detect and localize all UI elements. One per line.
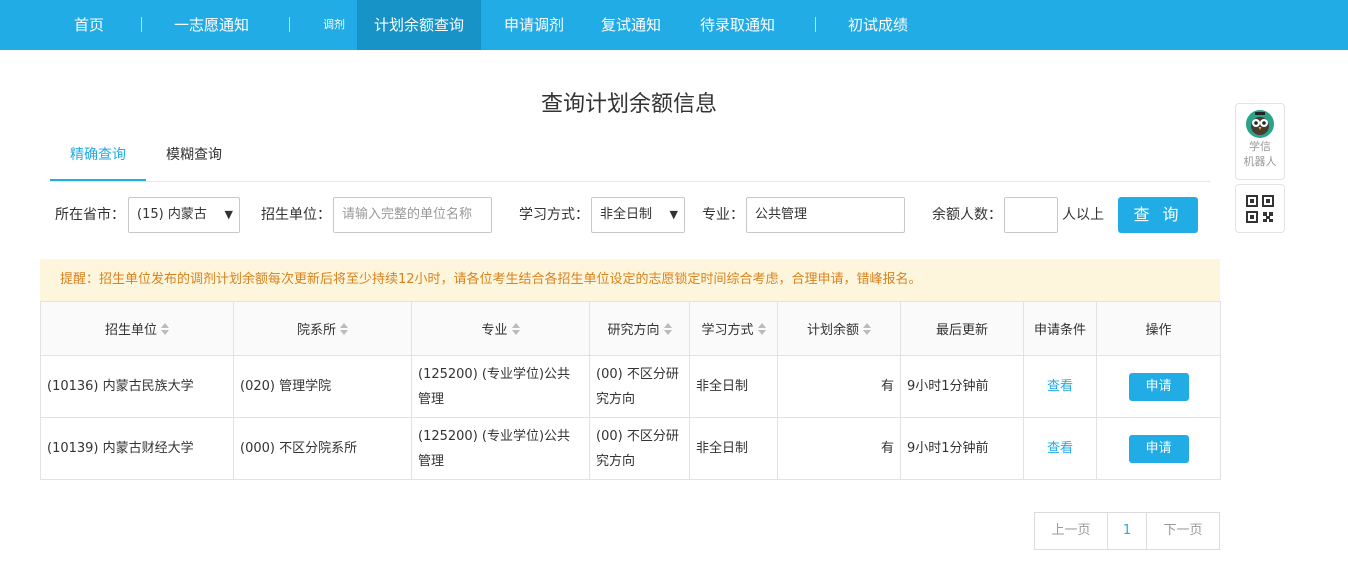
sort-icon <box>663 323 672 335</box>
last-updated-cell: 9小时1分钟前 <box>900 417 1024 480</box>
nav-divider <box>141 17 142 32</box>
nav-apply-adjustment[interactable]: 申请调剂 <box>504 0 564 50</box>
study-mode-label: 学习方式： <box>519 207 589 223</box>
remaining-count-suffix: 人以上 <box>1062 207 1104 223</box>
next-page-button[interactable]: 下一页 <box>1146 512 1220 550</box>
column-header-plan-balance[interactable]: 计划余额 <box>777 301 901 356</box>
column-header-research-direction[interactable]: 研究方向 <box>589 301 690 356</box>
column-header-study-mode[interactable]: 学习方式 <box>689 301 778 356</box>
table-row: (10139) 内蒙古财经大学 (000) 不区分院系所 (125200) (专… <box>40 417 1221 480</box>
nav-preliminary-scores[interactable]: 初试成绩 <box>848 0 908 50</box>
nav-plan-balance-query[interactable]: 计划余额查询 <box>357 0 482 50</box>
query-button[interactable]: 查 询 <box>1118 197 1198 233</box>
major-cell: (125200) (专业学位)公共管理 <box>411 417 590 480</box>
chatbot-label-line1: 学信 <box>1249 140 1271 153</box>
view-conditions-link[interactable]: 查看 <box>1047 441 1073 456</box>
nav-divider <box>289 17 290 32</box>
apply-button[interactable]: 申请 <box>1128 434 1189 463</box>
column-header-actions: 操作 <box>1096 301 1221 356</box>
page-title: 查询计划余额信息 <box>540 92 717 117</box>
qr-code-button[interactable] <box>1235 184 1285 233</box>
top-nav: 首页 一志愿通知 调剂 计划余额查询 申请调剂 复试通知 待录取通知 初试成绩 <box>0 0 1348 50</box>
major-label: 专业： <box>702 207 744 223</box>
qr-code-icon <box>1246 195 1274 223</box>
nav-home[interactable]: 首页 <box>74 0 104 50</box>
table-header-row: 招生单位 院系所 专业 研究方向 学习方式 计划余额 最后更新 申请条件 操作 <box>40 301 1221 356</box>
department-cell: (020) 管理学院 <box>233 355 412 418</box>
table-row: (10136) 内蒙古民族大学 (020) 管理学院 (125200) (专业学… <box>40 355 1221 418</box>
study-mode-select-value: 非全日制 <box>600 207 653 222</box>
view-conditions-link[interactable]: 查看 <box>1047 379 1073 394</box>
remaining-count-input[interactable] <box>1004 197 1058 233</box>
major-input[interactable]: 公共管理 <box>746 197 905 233</box>
province-select[interactable]: (15) 内蒙古 ▼ <box>128 197 240 233</box>
sort-icon <box>511 323 520 335</box>
column-header-conditions: 申请条件 <box>1023 301 1097 356</box>
column-header-department[interactable]: 院系所 <box>233 301 412 356</box>
remaining-count-label: 余额人数： <box>932 207 1002 223</box>
plan-balance-cell: 有 <box>777 417 901 480</box>
column-header-major[interactable]: 专业 <box>411 301 590 356</box>
nav-divider <box>815 17 816 32</box>
nav-first-choice-notice[interactable]: 一志愿通知 <box>174 0 249 50</box>
study-mode-select[interactable]: 非全日制 ▼ <box>591 197 685 233</box>
chatbot-label-line2: 机器人 <box>1243 155 1277 168</box>
major-cell: (125200) (专业学位)公共管理 <box>411 355 590 418</box>
column-header-last-updated: 最后更新 <box>900 301 1024 356</box>
robot-owl-icon <box>1246 110 1274 138</box>
chevron-down-icon: ▼ <box>224 208 233 221</box>
results-table: 招生单位 院系所 专业 研究方向 学习方式 计划余额 最后更新 申请条件 操作 … <box>40 301 1221 480</box>
notice-banner: 提醒：招生单位发布的调剂计划余额每次更新后将至少持续12小时，请各位考生结合各招… <box>40 259 1220 301</box>
sort-icon <box>340 323 348 335</box>
unit-input[interactable]: 请输入完整的单位名称 <box>333 197 492 233</box>
research-direction-cell: (00) 不区分研究方向 <box>589 355 690 418</box>
apply-button[interactable]: 申请 <box>1128 372 1189 401</box>
sort-icon <box>863 323 871 335</box>
province-label: 所在省市： <box>55 207 125 223</box>
nav-admission-pending-notice[interactable]: 待录取通知 <box>700 0 775 50</box>
nav-retest-notice[interactable]: 复试通知 <box>601 0 661 50</box>
last-updated-cell: 9小时1分钟前 <box>900 355 1024 418</box>
nav-adjustment[interactable]: 调剂 <box>323 0 345 50</box>
page-number-button[interactable]: 1 <box>1107 512 1147 550</box>
unit-label: 招生单位： <box>261 207 331 223</box>
query-tabs: 精确查询 模糊查询 <box>50 133 1210 182</box>
tab-fuzzy-query[interactable]: 模糊查询 <box>166 133 222 179</box>
chatbot-button[interactable]: 学信 机器人 <box>1235 103 1285 180</box>
sort-icon <box>161 323 169 335</box>
prev-page-button[interactable]: 上一页 <box>1034 512 1108 550</box>
plan-balance-cell: 有 <box>777 355 901 418</box>
tab-exact-query[interactable]: 精确查询 <box>50 133 146 181</box>
column-header-unit[interactable]: 招生单位 <box>40 301 234 356</box>
unit-link[interactable]: (10136) 内蒙古民族大学 <box>40 355 234 418</box>
province-select-value: (15) 内蒙古 <box>137 207 207 222</box>
sort-icon <box>757 323 766 335</box>
department-cell: (000) 不区分院系所 <box>233 417 412 480</box>
chevron-down-icon: ▼ <box>669 208 678 221</box>
unit-link[interactable]: (10139) 内蒙古财经大学 <box>40 417 234 480</box>
study-mode-cell: 非全日制 <box>689 355 778 418</box>
study-mode-cell: 非全日制 <box>689 417 778 480</box>
research-direction-cell: (00) 不区分研究方向 <box>589 417 690 480</box>
